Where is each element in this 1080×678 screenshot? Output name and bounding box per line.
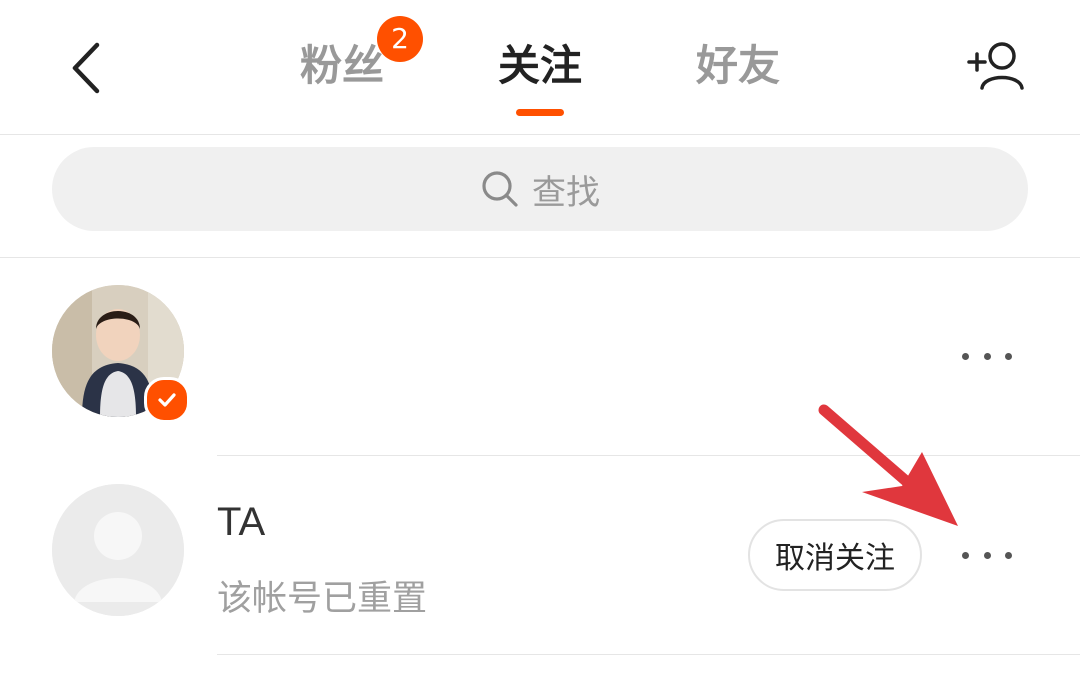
default-avatar-icon [52,484,184,616]
user-status-text: 该帐号已重置 [217,579,428,619]
check-icon [158,393,176,407]
tab-following[interactable]: 关注 [490,34,590,98]
add-user-icon [967,42,1024,90]
dot [1005,551,1012,559]
tab-friends[interactable]: 好友 [688,34,788,98]
dot [962,551,969,559]
dot [962,352,969,360]
dot [983,352,991,360]
list-divider [217,654,1080,655]
chevron-left-icon [72,42,100,94]
verified-badge [144,377,190,423]
search-input[interactable]: 查找 [52,147,1028,231]
search-placeholder: 查找 [532,172,600,213]
more-options-button[interactable] [962,336,1012,376]
add-user-button[interactable] [960,30,1032,102]
avatar-default[interactable] [52,484,184,616]
user-name[interactable]: TA [217,500,265,545]
dot [1005,352,1012,360]
active-tab-indicator [516,109,564,116]
dot [983,551,991,559]
annotation-arrow-icon [818,404,958,526]
more-options-button[interactable] [962,535,1012,575]
search-icon [482,171,518,207]
back-button[interactable] [56,28,116,108]
fans-count-badge: 2 [377,16,423,62]
